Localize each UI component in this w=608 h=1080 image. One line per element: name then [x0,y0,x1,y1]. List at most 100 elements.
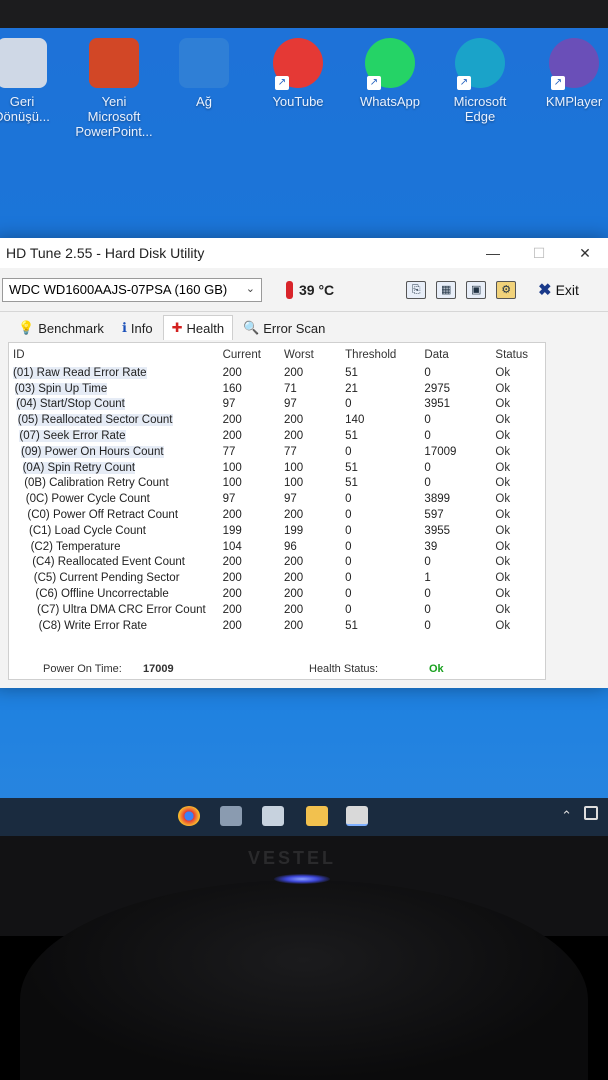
tab-info[interactable]: ℹ Info [114,316,161,340]
close-button[interactable]: ✕ [562,238,608,268]
desktop-icon-label: Microsoft Edge [453,94,507,124]
column-header[interactable]: Current [223,345,284,365]
monitor-bezel-top [0,0,608,28]
value-cell: 200 [283,366,304,379]
desktop-icon-label: YouTube [272,94,324,109]
column-header[interactable]: ID [13,345,223,365]
maximize-button[interactable]: ☐ [516,238,562,268]
value-cell: 100 [222,461,242,474]
table-row[interactable]: (07) Seek Error Rate 200 200 51 0 Ok [13,428,545,444]
value-cell: 200 [283,430,304,443]
value-cell: 0 [345,493,352,506]
drive-select-value: WDC WD1600AAJS-07PSA (160 GB) [9,281,228,297]
value-cell: 0 [345,572,352,585]
table-row[interactable]: (03) Spin Up Time 160 71 21 2975 Ok [13,381,545,397]
attribute-name-cell: (C7) Ultra DMA CRC Error Count [13,602,223,618]
attribute-name-cell: (0A) Spin Retry Count [13,460,223,476]
photos-taskbar-icon[interactable] [262,806,284,826]
copy-screenshot-icon[interactable]: ▦ [436,280,457,299]
hdtune-taskbar-icon[interactable] [346,806,368,826]
table-row[interactable]: (0C) Power Cycle Count 97 97 0 3899 Ok [13,491,545,507]
value-cell: 0 [345,540,352,553]
value-cell: 39 [424,540,438,553]
value-cell: 200 [222,509,242,522]
network-tray-icon[interactable] [584,806,598,820]
table-row[interactable]: (04) Start/Stop Count 97 97 0 3951 Ok [13,397,545,413]
value-cell: 0 [424,477,431,490]
chrome-taskbar-icon[interactable] [178,806,200,826]
exit-icon: ✖ [538,281,552,299]
table-row[interactable]: (09) Power On Hours Count 77 77 0 17009 Ok [13,444,545,460]
desktop-icon-kmplayer-shortcut[interactable]: ↗ KMPlayer [534,38,608,109]
column-header[interactable]: Worst [284,345,345,365]
table-row[interactable]: (05) Reallocated Sector Count 200 200 140 0 O… [13,412,545,428]
desktop-icon-edge-shortcut[interactable]: ↗ Microsoft Edge [440,38,520,124]
desktop-icon-label: Geri Dönüşü... [0,94,50,124]
window-title: HD Tune 2.55 - Hard Disk Utility [6,245,205,261]
health-icon: ✚ [171,320,183,335]
desktop-icon-label: Yeni Microsoft PowerPoint... [75,94,153,139]
desktop-icon-network[interactable]: Ağ [164,38,244,109]
attribute-name: (C0) Power Off Retract Count [27,509,179,522]
attribute-name: (C8) Write Error Rate [38,619,148,632]
camera-taskbar-icon[interactable] [220,806,242,826]
status-cell: Ok [495,603,511,616]
desktop-icon-youtube-shortcut[interactable]: ↗ YouTube [258,38,338,109]
table-row[interactable]: (C4) Reallocated Event Count 200 200 0 0 Ok [13,555,545,571]
tab-label: Benchmark [38,320,104,336]
value-cell: 0 [424,556,431,569]
value-cell: 51 [345,619,358,632]
desktop-icon-powerpoint-file[interactable]: Yeni Microsoft PowerPoint... [74,38,154,139]
value-cell: 71 [283,382,297,395]
column-header[interactable]: Threshold [345,345,424,365]
window-titlebar[interactable]: HD Tune 2.55 - Hard Disk Utility — ☐ ✕ [0,238,608,268]
folder-taskbar-icon[interactable] [306,806,328,826]
table-row[interactable]: (C6) Offline Uncorrectable 200 200 0 0 Ok [13,586,545,602]
column-header[interactable]: Status [495,345,545,365]
tray-chevron-icon[interactable]: ⌃ [561,808,572,824]
attribute-name-cell: (07) Seek Error Rate [13,428,223,444]
attribute-name: (05) Reallocated Sector Count [17,414,173,427]
exit-button[interactable]: ✖ Exit [538,280,579,300]
table-body: (01) Raw Read Error Rate 200 200 51 0 Ok (03) … [13,365,545,634]
status-cell: Ok [495,445,511,458]
table-row[interactable]: (0B) Calibration Retry Count 100 100 51 0 Ok [13,476,545,492]
save-icon[interactable]: ▣ [466,280,487,299]
table-row[interactable]: (C7) Ultra DMA CRC Error Count 200 200 0 0 Ok [13,602,545,618]
value-cell: 200 [222,556,242,569]
column-header[interactable]: Data [424,345,495,365]
attribute-name: (03) Spin Up Time [14,382,108,395]
minimize-button[interactable]: — [470,238,516,268]
tab-error-scan[interactable]: 🔍 Error Scan [235,316,333,340]
drive-select[interactable]: WDC WD1600AAJS-07PSA (160 GB) ⌄ [2,277,262,302]
toolbar: WDC WD1600AAJS-07PSA (160 GB) ⌄ 39 °C ⎘ … [0,268,608,312]
table-row[interactable]: (C1) Load Cycle Count 199 199 0 3955 Ok [13,523,545,539]
attribute-name-cell: (09) Power On Hours Count [13,444,223,460]
value-cell: 200 [222,430,242,443]
value-cell: 0 [345,556,352,569]
power-on-time-label: Power On Time: [43,663,122,675]
network-icon [179,38,229,88]
value-cell: 200 [222,603,242,616]
table-row[interactable]: (C8) Write Error Rate 200 200 51 0 Ok [13,618,545,634]
table-row[interactable]: (0A) Spin Retry Count 100 100 51 0 Ok [13,460,545,476]
table-row[interactable]: (C0) Power Off Retract Count 200 200 0 597 Ok [13,507,545,523]
shortcut-arrow-icon: ↗ [275,76,289,90]
desktop-icon-recycle-bin[interactable]: Geri Dönüşü... [0,38,62,124]
tab-health[interactable]: ✚ Health [162,315,234,340]
temperature-readout: 39 °C [286,280,334,299]
copy-info-icon[interactable]: ⎘ [406,280,427,299]
value-cell: 200 [283,619,304,632]
table-row[interactable]: (01) Raw Read Error Rate 200 200 51 0 Ok [13,365,545,381]
status-cell: Ok [495,461,511,474]
table-row[interactable]: (C2) Temperature 104 96 0 39 Ok [13,539,545,555]
table-row[interactable]: (C5) Current Pending Sector 200 200 0 1 Ok [13,570,545,586]
tab-bar: 💡 Benchmark ℹ Info ✚ Health 🔍 Error Scan [0,312,608,340]
options-icon[interactable]: ⚙ [496,280,517,299]
desktop-icon-whatsapp-shortcut[interactable]: ↗ WhatsApp [350,38,430,109]
tab-benchmark[interactable]: 💡 Benchmark [10,316,112,340]
status-cell: Ok [495,588,511,601]
value-cell: 17009 [424,445,457,458]
desktop-icon-label: KMPlayer [545,94,603,109]
value-cell: 199 [222,524,242,537]
